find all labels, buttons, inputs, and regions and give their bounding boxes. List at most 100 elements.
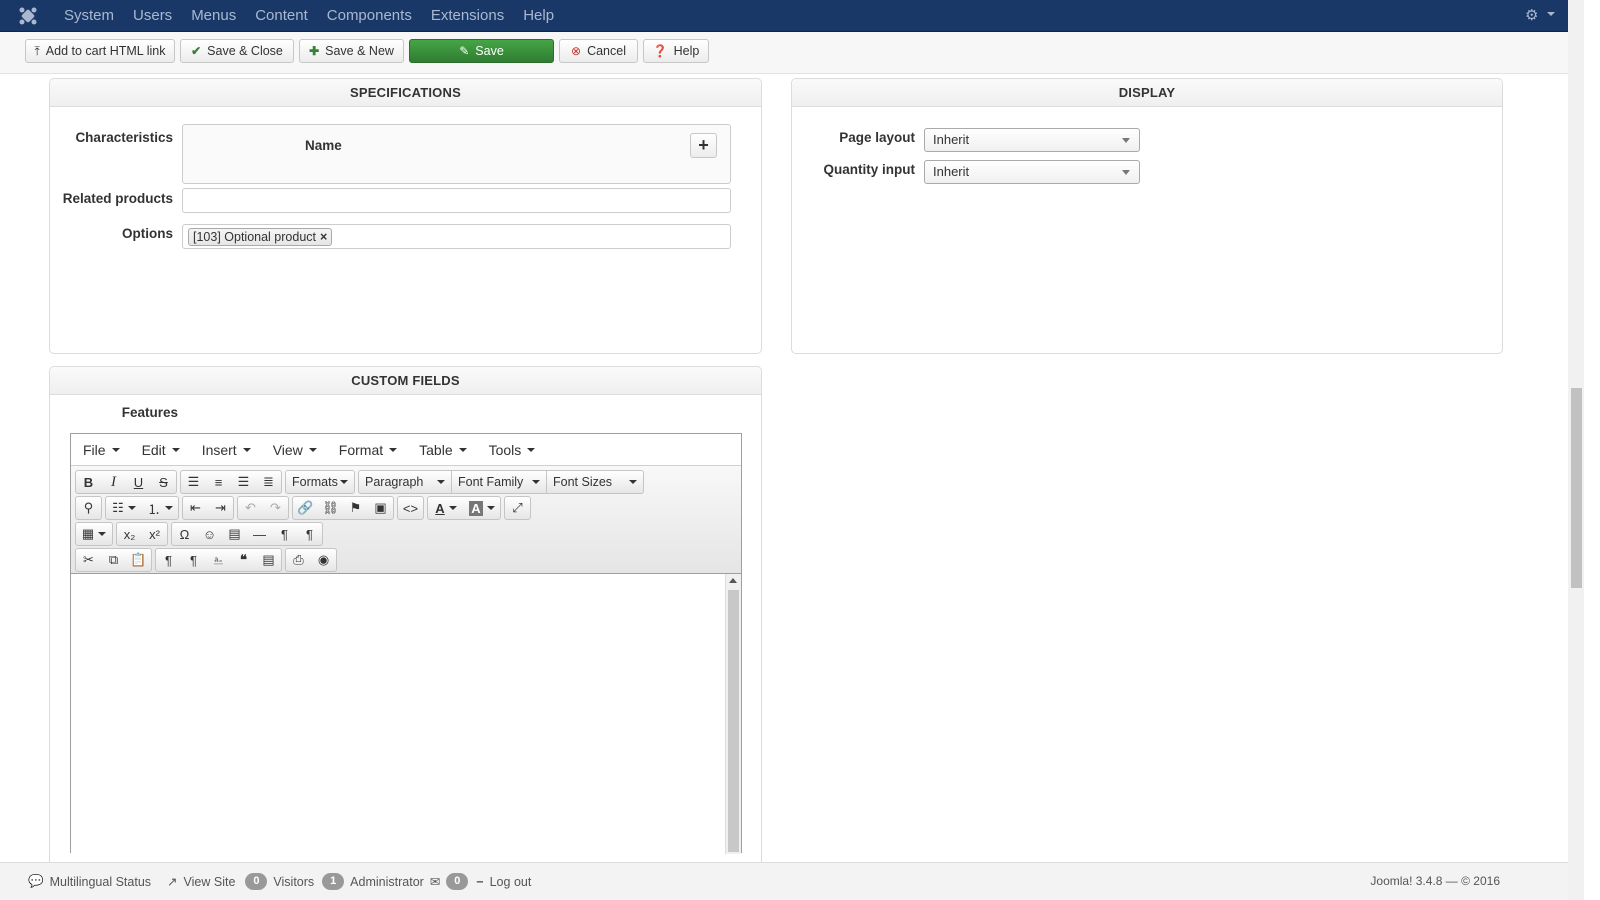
add-to-cart-link-button[interactable]: ⤒ Add to cart HTML link (25, 39, 175, 63)
dropdown-arrow-icon (1122, 138, 1130, 143)
minus-icon: − (476, 874, 484, 889)
nav-menus[interactable]: Menus (183, 7, 247, 24)
editor-scrollbar[interactable] (725, 574, 741, 854)
external-link-icon: ↗ (167, 875, 178, 889)
background-color-icon[interactable]: A (464, 497, 500, 519)
text-color-icon[interactable]: A (428, 497, 464, 519)
blockquote-icon[interactable]: ❝ (231, 549, 256, 571)
joomla-logo-icon[interactable] (0, 7, 56, 25)
editor-content-area[interactable] (71, 574, 726, 854)
outdent-icon[interactable]: ⇤ (183, 497, 208, 519)
find-replace-icon[interactable]: ⚲ (76, 497, 101, 519)
special-character-icon[interactable]: Ω (172, 523, 197, 545)
status-footer: 💬 Multilingual Status ↗ View Site 0 Visi… (0, 862, 1568, 900)
underline-icon[interactable]: U (126, 471, 151, 493)
nav-content[interactable]: Content (247, 7, 319, 24)
multilingual-status-link[interactable]: 💬 Multilingual Status (28, 874, 151, 889)
add-characteristic-button[interactable]: + (690, 133, 717, 158)
page-layout-label: Page layout (839, 130, 915, 145)
gear-icon[interactable]: ⚙ (1525, 6, 1538, 24)
link-icon[interactable]: 🔗 (293, 497, 318, 519)
template-icon[interactable]: ▤ (256, 549, 281, 571)
action-toolbar: ⤒ Add to cart HTML link ✔ Save & Close ✚… (0, 32, 1568, 74)
options-input[interactable]: [103] Optional product × (182, 224, 731, 249)
emoticon-icon[interactable]: ☺ (197, 523, 222, 545)
paste-icon[interactable]: 📋 (126, 549, 151, 571)
editor-menubar: File Edit Insert View Format Table Tools (71, 434, 741, 466)
page-scrollbar-thumb[interactable] (1571, 388, 1582, 588)
editor-menu-tools[interactable]: Tools (489, 442, 536, 458)
cancel-button[interactable]: ⊗ Cancel (559, 39, 638, 63)
redo-icon[interactable]: ↷ (263, 497, 288, 519)
font-sizes-dropdown[interactable]: Font Sizes (547, 470, 644, 494)
editor-menu-view[interactable]: View (273, 442, 317, 458)
options-label: Options (122, 226, 173, 241)
nav-components[interactable]: Components (319, 7, 423, 24)
fullscreen-icon[interactable]: ⤢ (505, 497, 530, 519)
editor-menu-file[interactable]: File (83, 442, 120, 458)
page-layout-select[interactable]: Inherit (924, 128, 1140, 152)
save-button[interactable]: ✎ Save (409, 39, 554, 63)
superscript-icon[interactable]: x² (142, 523, 167, 545)
formats-dropdown[interactable]: Formats (286, 471, 354, 493)
ltr-icon[interactable]: ¶ (272, 523, 297, 545)
nav-extensions[interactable]: Extensions (423, 7, 515, 24)
paragraph-dropdown[interactable]: Paragraph (358, 470, 452, 494)
editor-menu-insert[interactable]: Insert (202, 442, 251, 458)
visual-blocks-icon[interactable]: ¶ (181, 549, 206, 571)
cut-icon[interactable]: ✂ (76, 549, 101, 571)
indent-icon[interactable]: ⇥ (208, 497, 233, 519)
characteristics-table: Name + (182, 124, 731, 184)
nav-system[interactable]: System (56, 7, 125, 24)
align-center-icon[interactable]: ≡ (206, 471, 231, 493)
print-icon[interactable]: ⎙ (286, 549, 311, 571)
save-new-button[interactable]: ✚ Save & New (299, 39, 404, 63)
nav-users[interactable]: Users (125, 7, 183, 24)
anchor-icon[interactable]: ⚑ (343, 497, 368, 519)
editor-menu-format[interactable]: Format (339, 442, 398, 458)
align-justify-icon[interactable]: ≣ (256, 471, 281, 493)
view-site-link[interactable]: ↗ View Site (167, 874, 235, 890)
rich-text-editor: File Edit Insert View Format Table Tools… (70, 433, 742, 854)
media-icon[interactable]: ▤ (222, 523, 247, 545)
subscript-icon[interactable]: x₂ (117, 523, 142, 545)
save-close-button[interactable]: ✔ Save & Close (180, 39, 294, 63)
bold-icon[interactable]: B (76, 471, 101, 493)
nav-help[interactable]: Help (515, 7, 565, 24)
messages-status[interactable]: ✉ 0 (430, 873, 469, 890)
chevron-down-icon[interactable] (1547, 12, 1555, 16)
table-icon[interactable]: ▦ (76, 523, 112, 545)
font-family-dropdown[interactable]: Font Family (452, 470, 547, 494)
nonbreaking-icon[interactable]: ⎁ (206, 549, 231, 571)
related-products-input[interactable] (182, 188, 731, 213)
visitors-status: 0 Visitors (245, 873, 314, 890)
bullet-list-icon[interactable]: ☷ (106, 497, 142, 519)
remove-tag-icon[interactable]: × (320, 229, 327, 245)
editor-scrollbar-thumb[interactable] (728, 590, 739, 852)
edit-icon: ✎ (459, 44, 470, 58)
scroll-up-icon[interactable] (729, 578, 737, 583)
align-right-icon[interactable]: ☰ (231, 471, 256, 493)
align-left-icon[interactable]: ☰ (181, 471, 206, 493)
preview-icon[interactable]: ◉ (311, 549, 336, 571)
strikethrough-icon[interactable]: S (151, 471, 176, 493)
editor-menu-edit[interactable]: Edit (142, 442, 180, 458)
page-scrollbar[interactable] (1568, 0, 1584, 900)
copy-icon[interactable]: ⧉ (101, 549, 126, 571)
horizontal-rule-icon[interactable]: — (247, 523, 272, 545)
editor-menu-table[interactable]: Table (419, 442, 467, 458)
cancel-icon: ⊗ (571, 44, 582, 58)
question-icon: ❓ (652, 44, 668, 58)
numbered-list-icon[interactable]: ⒈ (142, 497, 178, 519)
features-label: Features (121, 405, 178, 420)
logout-link[interactable]: − Log out (476, 875, 531, 889)
italic-icon[interactable]: I (101, 471, 126, 493)
code-icon[interactable]: <> (398, 497, 423, 519)
undo-icon[interactable]: ↶ (238, 497, 263, 519)
help-button[interactable]: ❓ Help (643, 39, 709, 63)
visual-chars-icon[interactable]: ¶ (156, 549, 181, 571)
quantity-input-select[interactable]: Inherit (924, 160, 1140, 184)
unlink-icon[interactable]: ⛓ (318, 497, 343, 519)
image-icon[interactable]: ▣ (368, 497, 393, 519)
rtl-icon[interactable]: ¶ (297, 523, 322, 545)
